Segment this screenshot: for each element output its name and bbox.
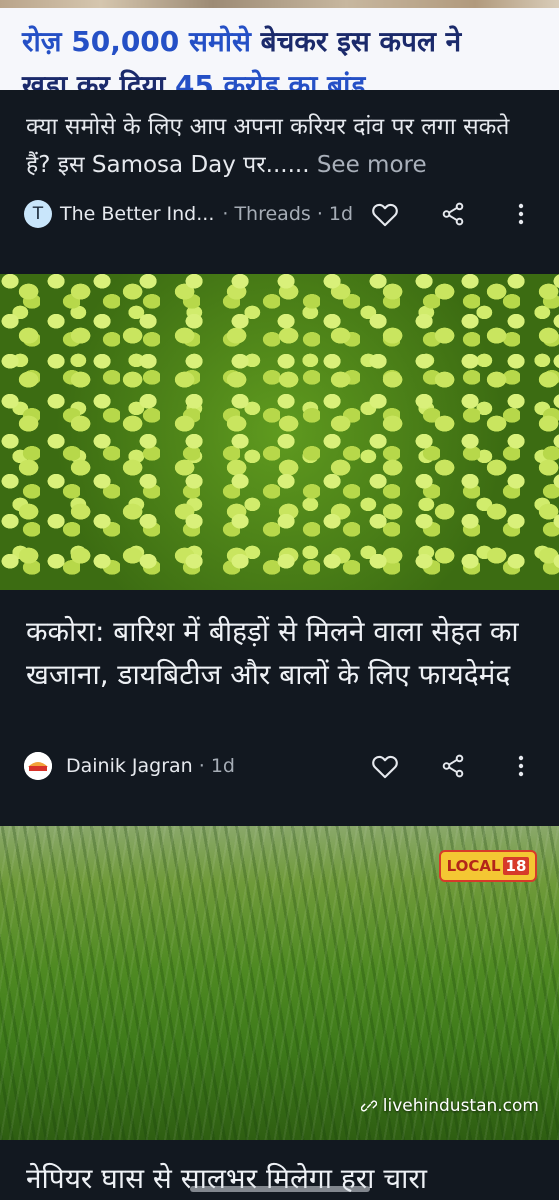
- kakora-meta: Dainik Jagran · 1d: [24, 748, 539, 784]
- more-vert-icon[interactable]: [503, 748, 539, 784]
- gesture-home-bar[interactable]: [190, 1186, 370, 1192]
- kakora-title[interactable]: ककोरा: बारिश में बीहड़ों से मिलने वाला स…: [26, 610, 546, 696]
- kakora-card[interactable]: ककोरा: बारिश में बीहड़ों से मिलने वाला स…: [0, 590, 559, 826]
- source-name[interactable]: The Better Ind...: [60, 203, 214, 225]
- badge-number: 18: [502, 857, 530, 875]
- headline-rest: बेचकर इस कपल ने: [250, 25, 462, 58]
- source-avatar: T: [24, 200, 52, 228]
- source-watermark: livehindustan.com: [360, 1096, 539, 1116]
- link-icon: [360, 1100, 377, 1112]
- source-meta: · 1d: [198, 755, 235, 777]
- top-card-summary[interactable]: क्या समोसे के लिए आप अपना करियर दांव पर …: [26, 108, 536, 184]
- see-more-link[interactable]: See more: [317, 152, 427, 178]
- top-card-image[interactable]: रोज़ 50,000 समोसे बेचकर इस कपल ने खड़ा क…: [0, 0, 559, 90]
- top-card[interactable]: क्या समोसे के लिए आप अपना करियर दांव पर …: [0, 90, 559, 274]
- card-actions: [367, 196, 539, 232]
- headline-line2: खड़ा कर दिया: [22, 69, 175, 90]
- heart-icon[interactable]: [367, 748, 403, 784]
- source-name[interactable]: Dainik Jagran: [66, 755, 193, 777]
- badge-text: LOCAL: [446, 857, 501, 875]
- watermark-text: livehindustan.com: [382, 1096, 539, 1116]
- top-image-headline: रोज़ 50,000 समोसे बेचकर इस कपल ने खड़ा क…: [22, 20, 552, 90]
- card-actions: [367, 748, 539, 784]
- napier-grass-image[interactable]: LOCAL 18 livehindustan.com: [0, 826, 559, 1140]
- share-icon[interactable]: [435, 748, 471, 784]
- top-card-meta: T The Better Ind... · Threads · 1d: [24, 196, 539, 232]
- grass-title[interactable]: नेपियर घास से सालभर मिलेगा हरा चारा: [26, 1157, 546, 1200]
- headline-highlight: रोज़ 50,000 समोसे: [22, 25, 251, 58]
- source-meta: · Threads · 1d: [222, 203, 354, 225]
- jagran-logo: [24, 752, 52, 780]
- summary-text: क्या समोसे के लिए आप अपना करियर दांव पर …: [26, 114, 510, 178]
- share-icon[interactable]: [435, 196, 471, 232]
- top-image-strip: [0, 0, 559, 8]
- news-feed: रोज़ 50,000 समोसे बेचकर इस कपल ने खड़ा क…: [0, 0, 559, 1200]
- kakora-image[interactable]: [0, 274, 559, 590]
- headline-line2-highlight: 45 करोड़ का ब्रांड: [174, 69, 366, 90]
- local18-badge: LOCAL 18: [439, 850, 537, 882]
- heart-icon[interactable]: [367, 196, 403, 232]
- more-vert-icon[interactable]: [503, 196, 539, 232]
